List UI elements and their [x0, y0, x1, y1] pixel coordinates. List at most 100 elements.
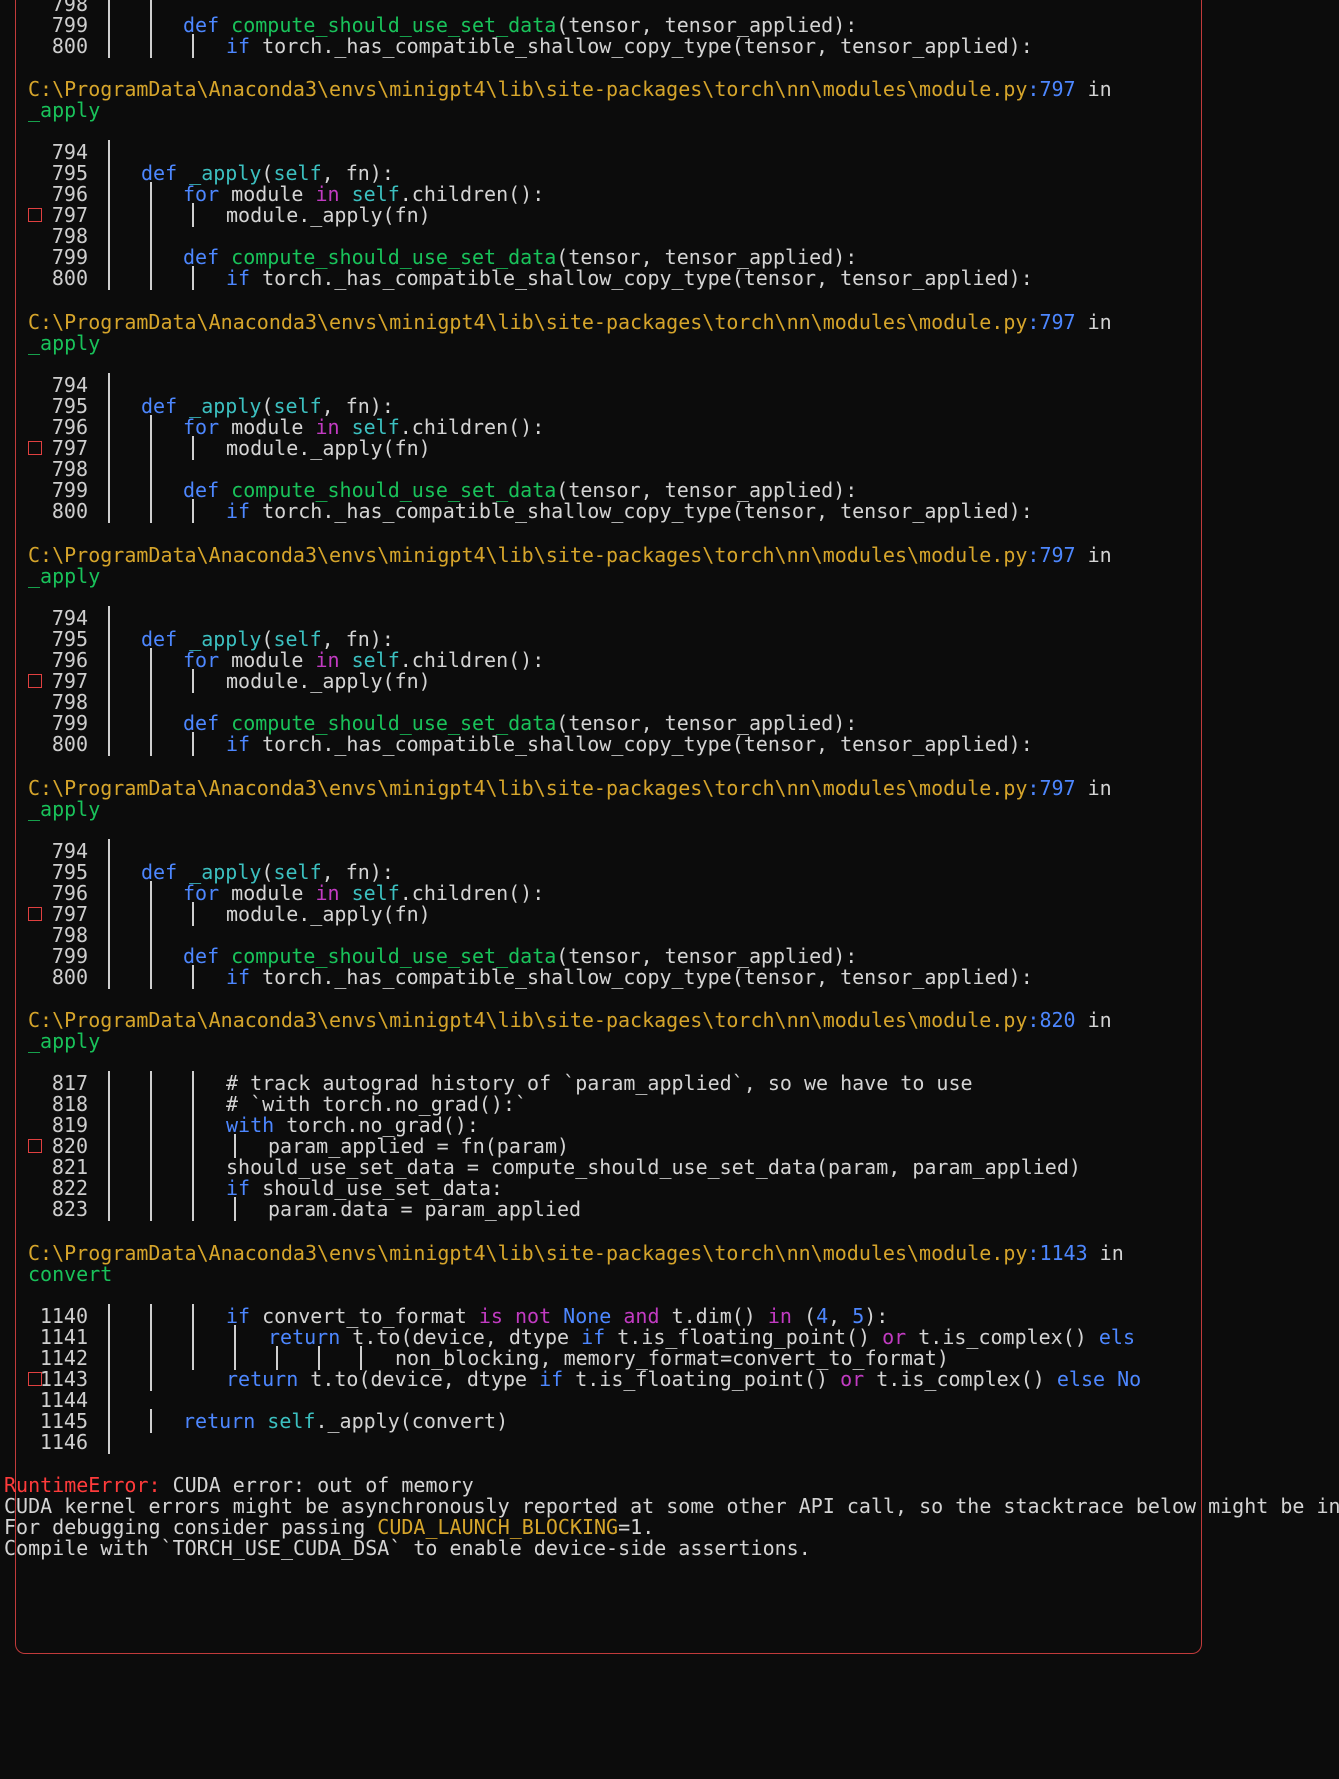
code-token: def	[183, 944, 232, 968]
line-number: 800	[51, 965, 88, 989]
file-path: C:\ProgramData\Anaconda3\envs\minigpt4\l…	[28, 310, 1028, 334]
code-line: 800 if torch._has_compatible_shallow_copy…	[0, 34, 1033, 58]
code-token: torch._has_compatible_shallow_copy_type(…	[262, 732, 1033, 756]
file-path: C:\ProgramData\Anaconda3\envs\minigpt4\l…	[28, 1008, 1028, 1032]
code-token: return	[226, 1367, 311, 1391]
frame-location: C:\ProgramData\Anaconda3\envs\minigpt4\l…	[28, 310, 1112, 334]
indent-guide	[150, 965, 152, 989]
indent-guide	[150, 1409, 152, 1433]
code-token: def	[141, 394, 190, 418]
code-text: if torch._has_compatible_shallow_copy_ty…	[226, 732, 1033, 756]
code-token: for	[183, 648, 232, 672]
code-text: module._apply(fn)	[226, 669, 431, 693]
code-token: return	[268, 1325, 353, 1349]
code-text: if torch._has_compatible_shallow_copy_ty…	[226, 499, 1033, 523]
code-text: if torch._has_compatible_shallow_copy_ty…	[226, 266, 1033, 290]
indent-guide	[108, 1197, 110, 1221]
indent-guide	[150, 1197, 152, 1221]
indent-guide	[150, 34, 152, 58]
indent-guide	[150, 1367, 152, 1391]
line-ref: :1143	[1027, 1241, 1088, 1265]
current-line-marker	[28, 208, 42, 222]
in-word: in	[1075, 77, 1112, 101]
function-name: _apply	[28, 797, 101, 821]
code-token: if	[226, 266, 263, 290]
code-token: t.to(device, dtype	[310, 1367, 540, 1391]
function-name: _apply	[28, 564, 101, 588]
indent-guide	[108, 1430, 110, 1454]
code-token: els	[1098, 1325, 1135, 1349]
line-ref: :797	[1027, 543, 1076, 567]
code-token: def	[183, 245, 232, 269]
code-token: def	[183, 478, 232, 502]
function-name: convert	[28, 1262, 113, 1286]
code-line: 800 if torch._has_compatible_shallow_copy…	[0, 499, 1033, 523]
code-token: if	[226, 34, 263, 58]
file-path: C:\ProgramData\Anaconda3\envs\minigpt4\l…	[28, 1241, 1028, 1265]
in-word: in	[1075, 1008, 1112, 1032]
line-ref: :820	[1027, 1008, 1076, 1032]
indent-guide	[192, 732, 194, 756]
code-token: def	[183, 711, 232, 735]
indent-guide	[192, 1346, 194, 1370]
indent-guide	[192, 499, 194, 523]
function-name: _apply	[28, 1029, 101, 1053]
code-token: or	[840, 1367, 877, 1391]
frame-location: C:\ProgramData\Anaconda3\envs\minigpt4\l…	[28, 77, 1112, 101]
frame-location: C:\ProgramData\Anaconda3\envs\minigpt4\l…	[28, 543, 1112, 567]
code-text: param.data = param_applied	[268, 1197, 581, 1221]
code-token: def	[141, 161, 190, 185]
code-line: 800 if torch._has_compatible_shallow_copy…	[0, 732, 1033, 756]
current-line-marker	[28, 441, 42, 455]
frame-location: C:\ProgramData\Anaconda3\envs\minigpt4\l…	[28, 1241, 1124, 1265]
line-number: 800	[51, 34, 88, 58]
line-ref: :797	[1027, 776, 1076, 800]
code-token: if	[539, 1367, 576, 1391]
code-text: module._apply(fn)	[226, 436, 431, 460]
line-number: 1146	[39, 1430, 88, 1454]
code-token: def	[141, 860, 190, 884]
code-token: torch._has_compatible_shallow_copy_type(…	[262, 266, 1033, 290]
line-ref: :797	[1027, 310, 1076, 334]
code-token: for	[183, 182, 232, 206]
compile-hint-line: Compile with `TORCH_USE_CUDA_DSA` to ena…	[4, 1536, 811, 1560]
in-word: in	[1075, 310, 1112, 334]
frame-location: C:\ProgramData\Anaconda3\envs\minigpt4\l…	[28, 1008, 1112, 1032]
indent-guide	[150, 499, 152, 523]
file-path: C:\ProgramData\Anaconda3\envs\minigpt4\l…	[28, 776, 1028, 800]
code-line: 1146	[0, 1430, 110, 1454]
in-word: in	[1075, 543, 1112, 567]
indent-guide	[150, 732, 152, 756]
code-token: if	[226, 1176, 263, 1200]
indent-guide	[192, 203, 194, 227]
code-token: torch._has_compatible_shallow_copy_type(…	[262, 499, 1033, 523]
code-token: module._apply(fn)	[226, 669, 431, 693]
indent-guide	[192, 669, 194, 693]
line-number: 800	[51, 266, 88, 290]
indent-guide	[192, 902, 194, 926]
code-text: return t.to(device, dtype if t.is_floati…	[226, 1367, 1141, 1391]
code-line: 800 if torch._has_compatible_shallow_copy…	[0, 965, 1033, 989]
code-text: if torch._has_compatible_shallow_copy_ty…	[226, 965, 1033, 989]
line-number: 800	[51, 732, 88, 756]
code-token: return	[183, 1409, 268, 1433]
code-token: if	[226, 732, 263, 756]
code-token: module._apply(fn)	[226, 902, 431, 926]
current-line-marker	[28, 1372, 42, 1386]
code-token: for	[183, 415, 232, 439]
code-token: def	[183, 13, 232, 37]
indent-guide	[108, 34, 110, 58]
code-token: torch._has_compatible_shallow_copy_type(…	[262, 34, 1033, 58]
code-line: 823 param.data = param_applied	[0, 1197, 581, 1221]
current-line-marker	[28, 674, 42, 688]
code-token: for	[183, 881, 232, 905]
file-path: C:\ProgramData\Anaconda3\envs\minigpt4\l…	[28, 543, 1028, 567]
indent-guide	[150, 266, 152, 290]
code-text: module._apply(fn)	[226, 203, 431, 227]
code-token: else No	[1056, 1367, 1142, 1391]
indent-guide	[108, 732, 110, 756]
code-token: t.is_complex()	[876, 1367, 1057, 1391]
code-token: module._apply(fn)	[226, 436, 431, 460]
indent-guide	[234, 1197, 236, 1221]
code-token: def	[141, 627, 190, 651]
